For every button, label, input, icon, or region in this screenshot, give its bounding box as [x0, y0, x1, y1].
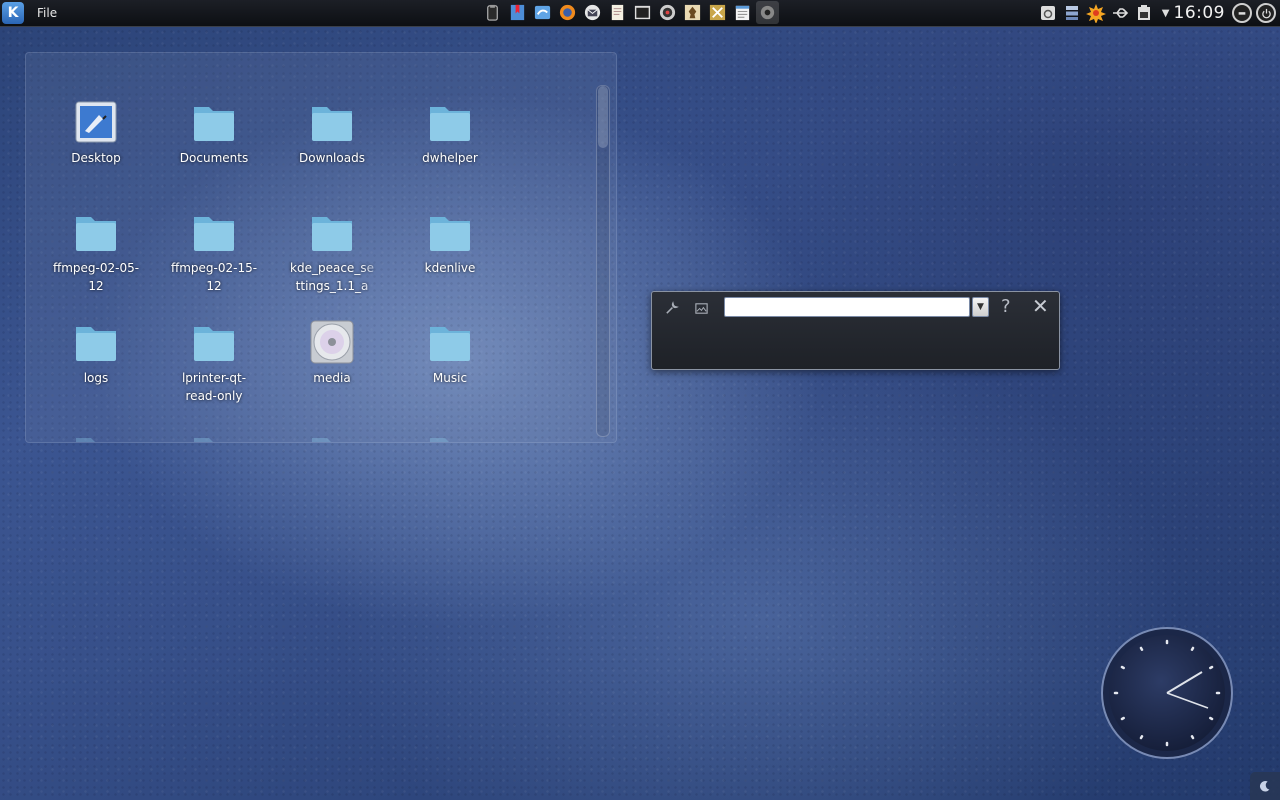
folder-view-widget: Desktop Documents Downloads dwhelper ffm [25, 52, 617, 443]
top-panel: K File ▼ 16:09 [0, 0, 1280, 27]
lock-screen-button[interactable] [1232, 3, 1252, 23]
folder-icon [427, 209, 473, 255]
file-label: Downloads [299, 151, 365, 165]
file-item-ffmpeg-02-05-12[interactable]: ffmpeg-02-05-12 [41, 209, 151, 295]
desktop-icon [73, 99, 119, 145]
file-label: kdenlive [424, 261, 476, 275]
folder-icon [309, 99, 355, 145]
krunner-dialog: ▼ ? ✕ [651, 291, 1060, 370]
battery-icon[interactable] [1132, 1, 1156, 25]
file-menu[interactable]: File [37, 6, 57, 20]
panel-clock[interactable]: 16:09 [1174, 3, 1226, 23]
folder-icon [73, 431, 119, 442]
leave-button[interactable] [1256, 3, 1276, 23]
file-label: logs [83, 371, 109, 385]
clock-tick [1190, 735, 1195, 740]
media-player-icon[interactable] [656, 1, 679, 24]
file-label: Documents [179, 151, 249, 165]
activity-icon[interactable] [692, 299, 710, 317]
folder-icon [73, 209, 119, 255]
folder-icon [427, 319, 473, 365]
terminal-icon[interactable] [631, 1, 654, 24]
file-item-documents[interactable]: Documents [159, 99, 269, 167]
analog-clock-widget[interactable] [1100, 626, 1234, 760]
firefox-icon[interactable] [556, 1, 579, 24]
file-item-downloads[interactable]: Downloads [277, 99, 387, 167]
notes-icon[interactable] [731, 1, 754, 24]
clock-tick [1209, 665, 1214, 670]
file-label: media [313, 371, 351, 385]
folder-icon [191, 209, 237, 255]
chevron-down-icon[interactable]: ▼ [972, 297, 989, 317]
clock-tick [1190, 646, 1195, 651]
mail-icon[interactable] [581, 1, 604, 24]
file-label: kde_peace_settings_1.1_a [290, 261, 374, 293]
desktop-toolbox-button[interactable] [1250, 772, 1280, 800]
close-button[interactable]: ✕ [1032, 294, 1049, 318]
folder-icon [427, 99, 473, 145]
phone-icon[interactable] [1036, 1, 1060, 25]
taskbar [481, 1, 779, 24]
folder-view-scrollbar[interactable] [596, 85, 610, 437]
clock-tick [1139, 735, 1144, 740]
file-item-media[interactable]: media [277, 319, 387, 387]
file-label: ffmpeg-02-05-12 [52, 261, 140, 293]
messenger-icon[interactable] [531, 1, 554, 24]
file-label: ffmpeg-02-15-12 [170, 261, 258, 293]
file-label: Music [432, 371, 468, 385]
system-tray: ▼ 16:09 [1036, 1, 1280, 25]
folder-icon [191, 99, 237, 145]
chess-icon[interactable] [681, 1, 704, 24]
cd-icon [309, 319, 355, 365]
notification-burst-icon[interactable] [1084, 1, 1108, 25]
file-item-kdenlive[interactable]: kdenlive [395, 209, 505, 277]
file-item-kde-peace-settings[interactable]: kde_peace_settings_1.1_a [277, 209, 387, 295]
clipboard-icon[interactable] [481, 1, 504, 24]
network-icon[interactable] [756, 1, 779, 24]
tools-icon[interactable] [706, 1, 729, 24]
clock-tick [1120, 716, 1125, 721]
folder-icon [73, 319, 119, 365]
clock-tick [1120, 665, 1125, 670]
tray-expand-arrow-icon[interactable]: ▼ [1162, 8, 1170, 19]
scrollbar-thumb[interactable] [598, 86, 608, 148]
document-icon[interactable] [606, 1, 629, 24]
wrench-icon[interactable] [662, 299, 680, 317]
file-item-dwhelper[interactable]: dwhelper [395, 99, 505, 167]
krunner-search-input[interactable] [724, 297, 970, 317]
file-item-lprinter-qt-read-only[interactable]: lprinter-qt-read-only [159, 319, 269, 405]
folder-icon [191, 431, 237, 442]
folder-icon [309, 209, 355, 255]
window-list-icon[interactable] [1060, 1, 1084, 25]
file-item-music[interactable]: Music [395, 319, 505, 387]
clock-tick [1209, 716, 1214, 721]
usb-icon[interactable] [1108, 1, 1132, 25]
file-item-ffmpeg-02-15-12[interactable]: ffmpeg-02-15-12 [159, 209, 269, 295]
file-label: Desktop [71, 151, 121, 165]
file-item-desktop[interactable]: Desktop [41, 99, 151, 167]
clock-tick [1139, 646, 1144, 651]
folder-icon [427, 431, 473, 442]
help-button[interactable]: ? [1001, 296, 1011, 317]
folder-icon [191, 319, 237, 365]
file-label: lprinter-qt-read-only [181, 371, 247, 403]
file-item-logs[interactable]: logs [41, 319, 151, 387]
file-label: dwhelper [422, 151, 478, 165]
bookmarks-icon[interactable] [506, 1, 529, 24]
folder-icon [309, 431, 355, 442]
application-launcher-button[interactable]: K [2, 2, 24, 24]
